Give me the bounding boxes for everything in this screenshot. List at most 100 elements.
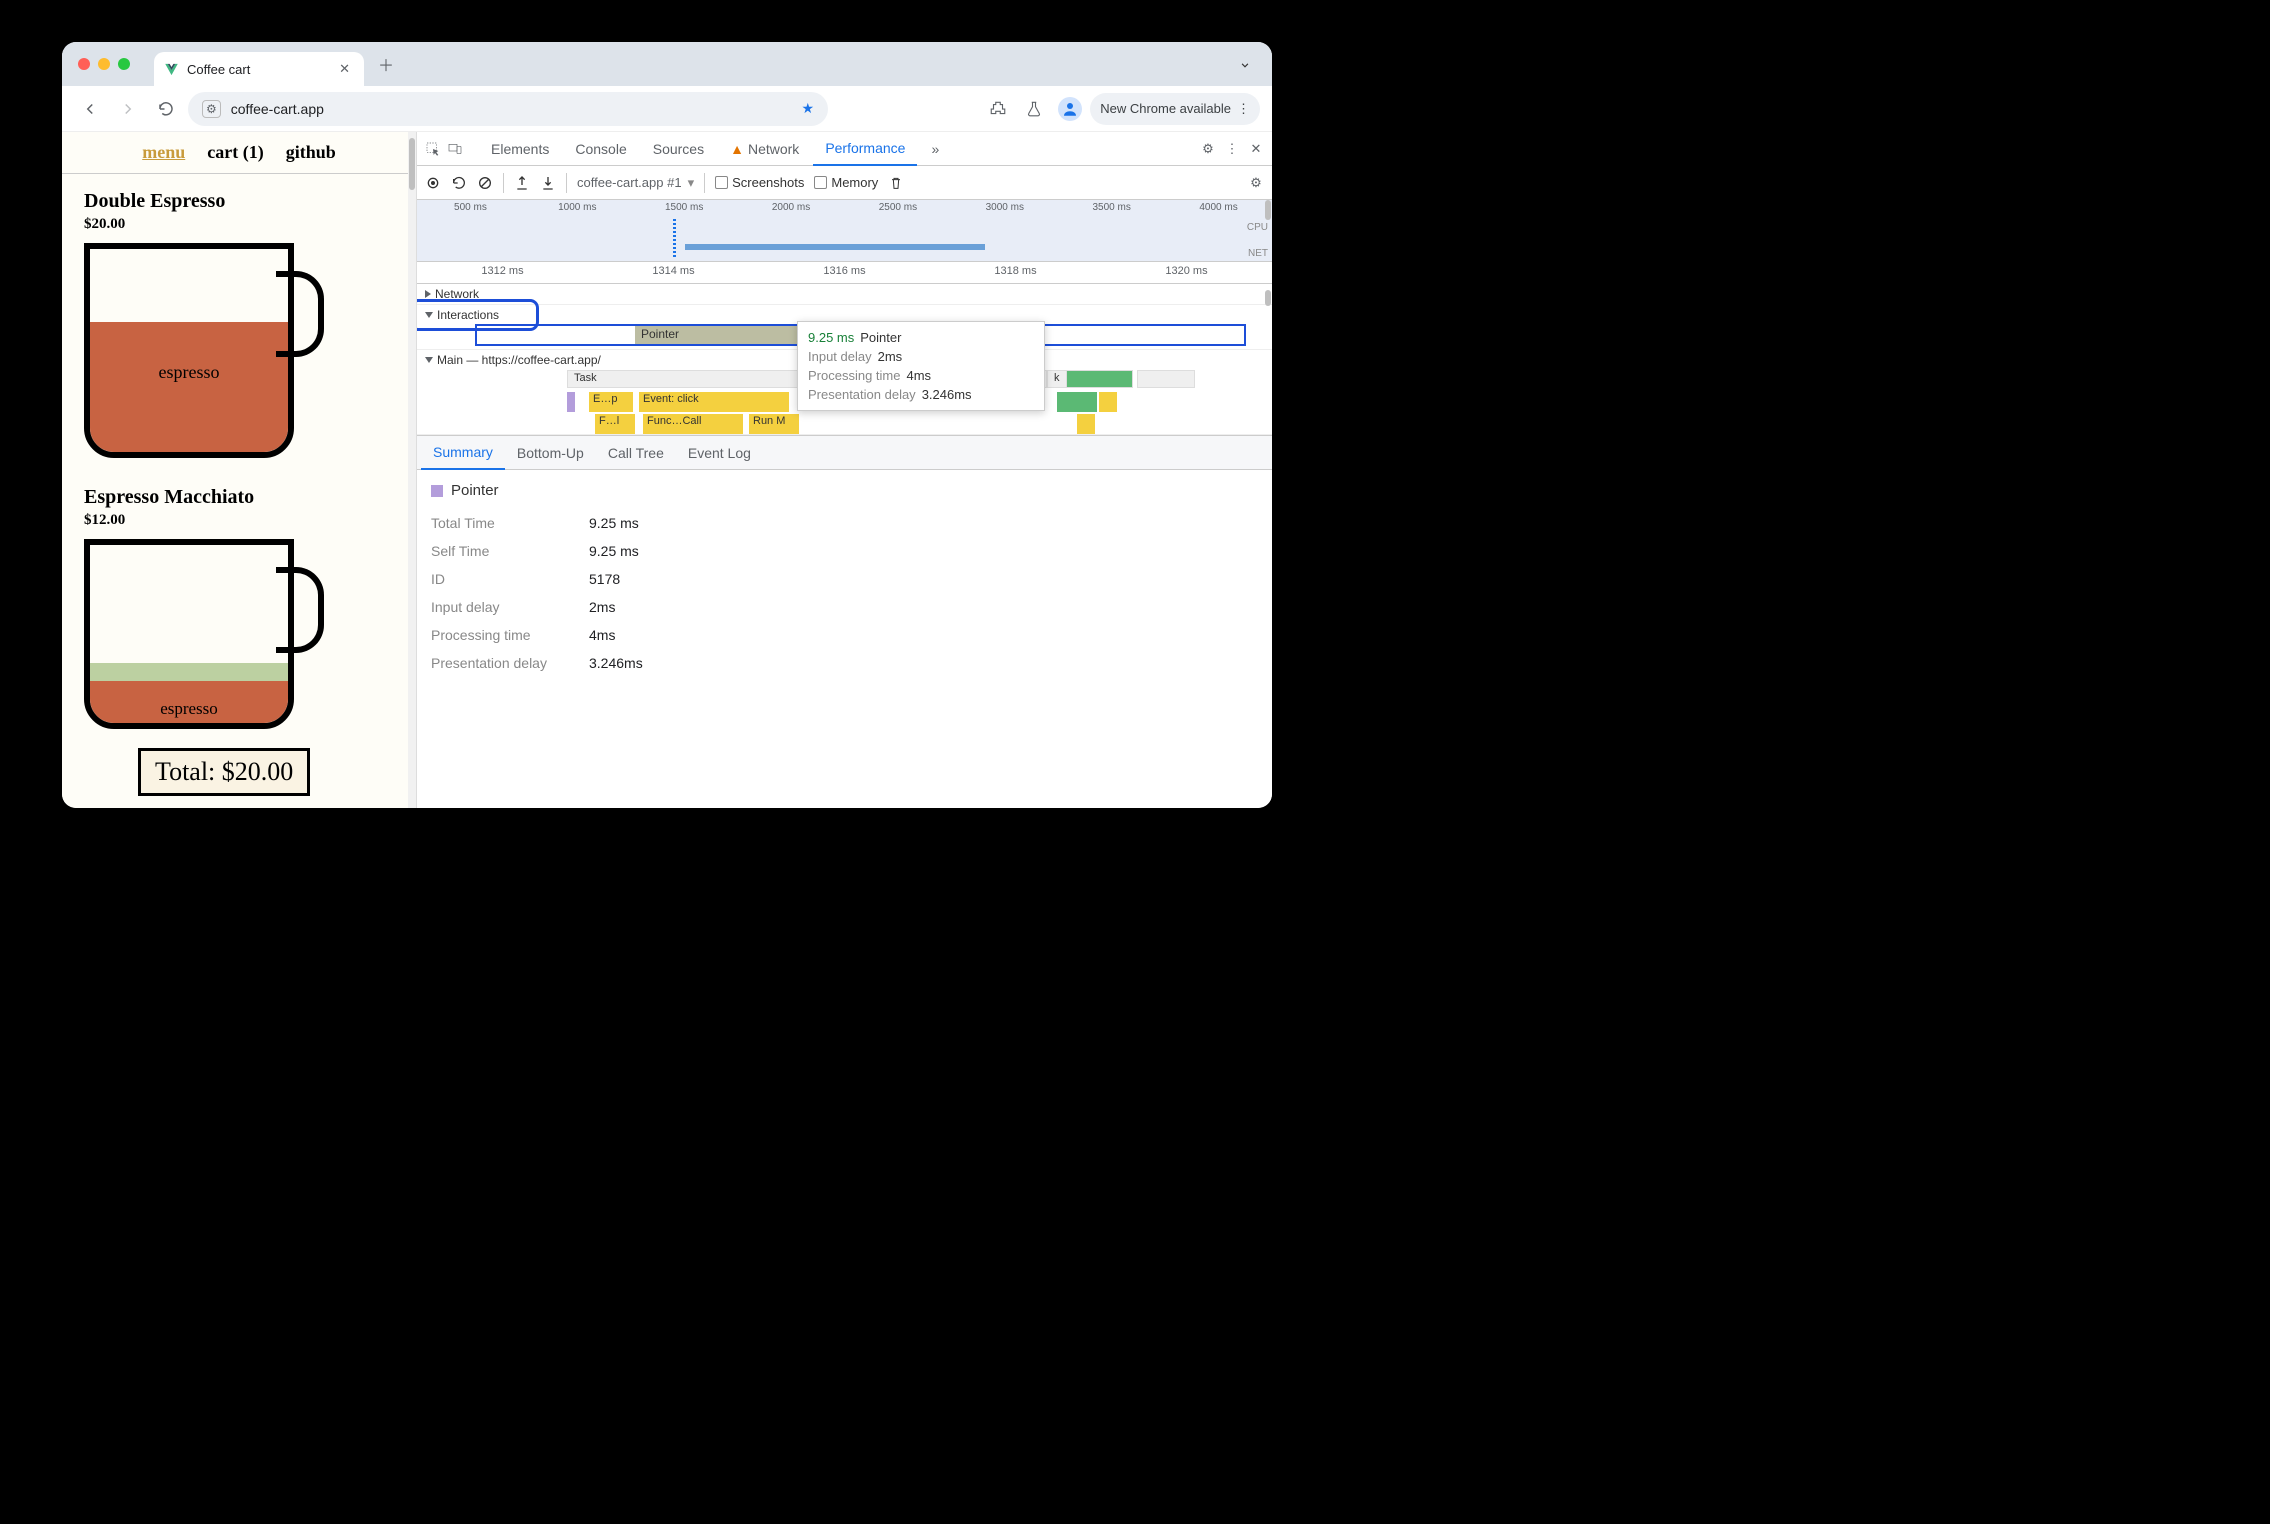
reload-button[interactable] — [150, 93, 182, 125]
task-bar[interactable] — [1057, 370, 1133, 388]
summary-key: Presentation delay — [431, 655, 571, 671]
devtools-panel: Elements Console Sources ▲Network Perfor… — [417, 132, 1272, 808]
cup-fill-label: espresso — [90, 322, 288, 452]
target-select[interactable]: coffee-cart.app #1▾ — [577, 175, 694, 191]
cup-fill-label: espresso — [90, 699, 288, 719]
nav-menu[interactable]: menu — [142, 142, 185, 163]
details-tabbar: Summary Bottom-Up Call Tree Event Log — [417, 436, 1272, 470]
device-toggle-icon[interactable] — [447, 141, 463, 157]
event-bar[interactable] — [1057, 392, 1097, 412]
browser-tab[interactable]: Coffee cart ✕ — [154, 52, 364, 86]
kebab-icon[interactable]: ⋮ — [1224, 141, 1240, 157]
task-bar[interactable]: k — [1047, 370, 1067, 388]
event-bar[interactable]: E…p — [589, 392, 633, 412]
summary-key: Input delay — [431, 599, 571, 615]
reload-record-icon[interactable] — [451, 175, 467, 191]
tabs-overflow-icon[interactable]: » — [919, 132, 951, 166]
tab-event-log[interactable]: Event Log — [676, 436, 763, 470]
task-bar[interactable] — [1137, 370, 1195, 388]
url-text: coffee-cart.app — [231, 101, 324, 117]
overview-tick: 1000 ms — [524, 202, 631, 218]
close-window[interactable] — [78, 58, 90, 70]
ruler-tick: 1314 ms — [588, 262, 759, 283]
extensions-icon[interactable] — [982, 93, 1014, 125]
hover-tooltip: 9.25 msPointer Input delay2ms Processing… — [797, 321, 1045, 411]
summary-value: 2ms — [589, 599, 615, 615]
overview-tick: 2500 ms — [845, 202, 952, 218]
new-tab-button[interactable]: ＋ — [372, 50, 400, 78]
bookmark-star-icon[interactable]: ★ — [801, 100, 814, 117]
product-price: $20.00 — [84, 216, 394, 233]
gc-icon[interactable] — [888, 175, 904, 191]
tab-console[interactable]: Console — [563, 132, 638, 166]
warning-icon: ▲ — [730, 141, 744, 157]
event-click-bar[interactable]: Event: click — [639, 392, 789, 412]
tab-bottom-up[interactable]: Bottom-Up — [505, 436, 596, 470]
summary-title: Pointer — [431, 482, 1258, 499]
nav-github[interactable]: github — [286, 142, 336, 163]
cup-graphic[interactable]: espresso — [84, 539, 324, 729]
window-menu-icon[interactable] — [1234, 54, 1256, 76]
close-devtools-icon[interactable]: ✕ — [1248, 141, 1264, 157]
summary-row: Self Time9.25 ms — [431, 537, 1258, 565]
flame-chart-area[interactable]: Network Interactions Pointer 9.25 msPoin… — [417, 284, 1272, 436]
cart-total[interactable]: Total: $20.00 — [138, 748, 310, 796]
event-bar[interactable] — [1077, 414, 1095, 434]
download-icon[interactable] — [540, 175, 556, 191]
omnibox[interactable]: ⚙ coffee-cart.app ★ — [188, 92, 828, 126]
perf-settings-icon[interactable]: ⚙ — [1248, 175, 1264, 191]
memory-checkbox[interactable]: Memory — [814, 175, 878, 190]
forward-button[interactable] — [112, 93, 144, 125]
event-bar[interactable]: F…l — [595, 414, 635, 434]
inspect-icon[interactable] — [425, 141, 441, 157]
overview-tick: 1500 ms — [631, 202, 738, 218]
maximize-window[interactable] — [118, 58, 130, 70]
devtools-scrollbar[interactable] — [1264, 132, 1272, 808]
minimize-window[interactable] — [98, 58, 110, 70]
summary-row: Input delay 2ms — [431, 593, 1258, 621]
profile-button[interactable] — [1054, 93, 1086, 125]
tab-call-tree[interactable]: Call Tree — [596, 436, 676, 470]
settings-icon[interactable]: ⚙ — [1200, 141, 1216, 157]
window-controls — [78, 58, 130, 70]
tab-performance[interactable]: Performance — [813, 132, 917, 166]
labs-icon[interactable] — [1018, 93, 1050, 125]
summary-key: Total Time — [431, 515, 571, 531]
tab-summary[interactable]: Summary — [421, 436, 505, 470]
event-bar[interactable] — [567, 392, 575, 412]
event-bar[interactable]: Func…Call — [643, 414, 743, 434]
screenshots-checkbox[interactable]: Screenshots — [715, 175, 804, 190]
product-name: Double Espresso — [84, 190, 394, 213]
ruler-tick: 1318 ms — [930, 262, 1101, 283]
summary-key: Self Time — [431, 543, 571, 559]
clear-icon[interactable] — [477, 175, 493, 191]
upload-icon[interactable] — [514, 175, 530, 191]
track-network-header[interactable]: Network — [417, 284, 1272, 304]
overview-tick: 2000 ms — [738, 202, 845, 218]
chevron-down-icon: ▾ — [688, 175, 695, 191]
summary-value: 3.246ms — [589, 655, 643, 671]
overview-timeline[interactable]: 500 ms1000 ms1500 ms2000 ms2500 ms3000 m… — [417, 200, 1272, 262]
record-icon[interactable] — [425, 175, 441, 191]
product-item: Double Espresso $20.00 espresso — [84, 190, 394, 458]
summary-value: 5178 — [589, 571, 620, 587]
summary-row: Processing time4ms — [431, 621, 1258, 649]
back-button[interactable] — [74, 93, 106, 125]
tab-title: Coffee cart — [187, 62, 250, 77]
event-bar[interactable] — [1099, 392, 1117, 412]
tab-close-icon[interactable]: ✕ — [339, 61, 350, 77]
summary-row: ID5178 — [431, 565, 1258, 593]
page-scrollbar[interactable] — [408, 132, 416, 808]
tab-strip: Coffee cart ✕ ＋ — [62, 42, 1272, 86]
ruler-tick: 1316 ms — [759, 262, 930, 283]
tab-network[interactable]: ▲Network — [718, 132, 811, 166]
event-bar[interactable]: Run M — [749, 414, 799, 434]
update-chip[interactable]: New Chrome available ⋮ — [1090, 93, 1260, 125]
cup-graphic[interactable]: espresso — [84, 243, 324, 458]
tab-sources[interactable]: Sources — [641, 132, 716, 166]
site-settings-icon[interactable]: ⚙ — [202, 100, 221, 118]
devtools-tabbar: Elements Console Sources ▲Network Perfor… — [417, 132, 1272, 166]
nav-cart[interactable]: cart (1) — [207, 142, 263, 163]
time-ruler[interactable]: 1312 ms1314 ms1316 ms1318 ms1320 ms — [417, 262, 1272, 284]
tab-elements[interactable]: Elements — [479, 132, 561, 166]
